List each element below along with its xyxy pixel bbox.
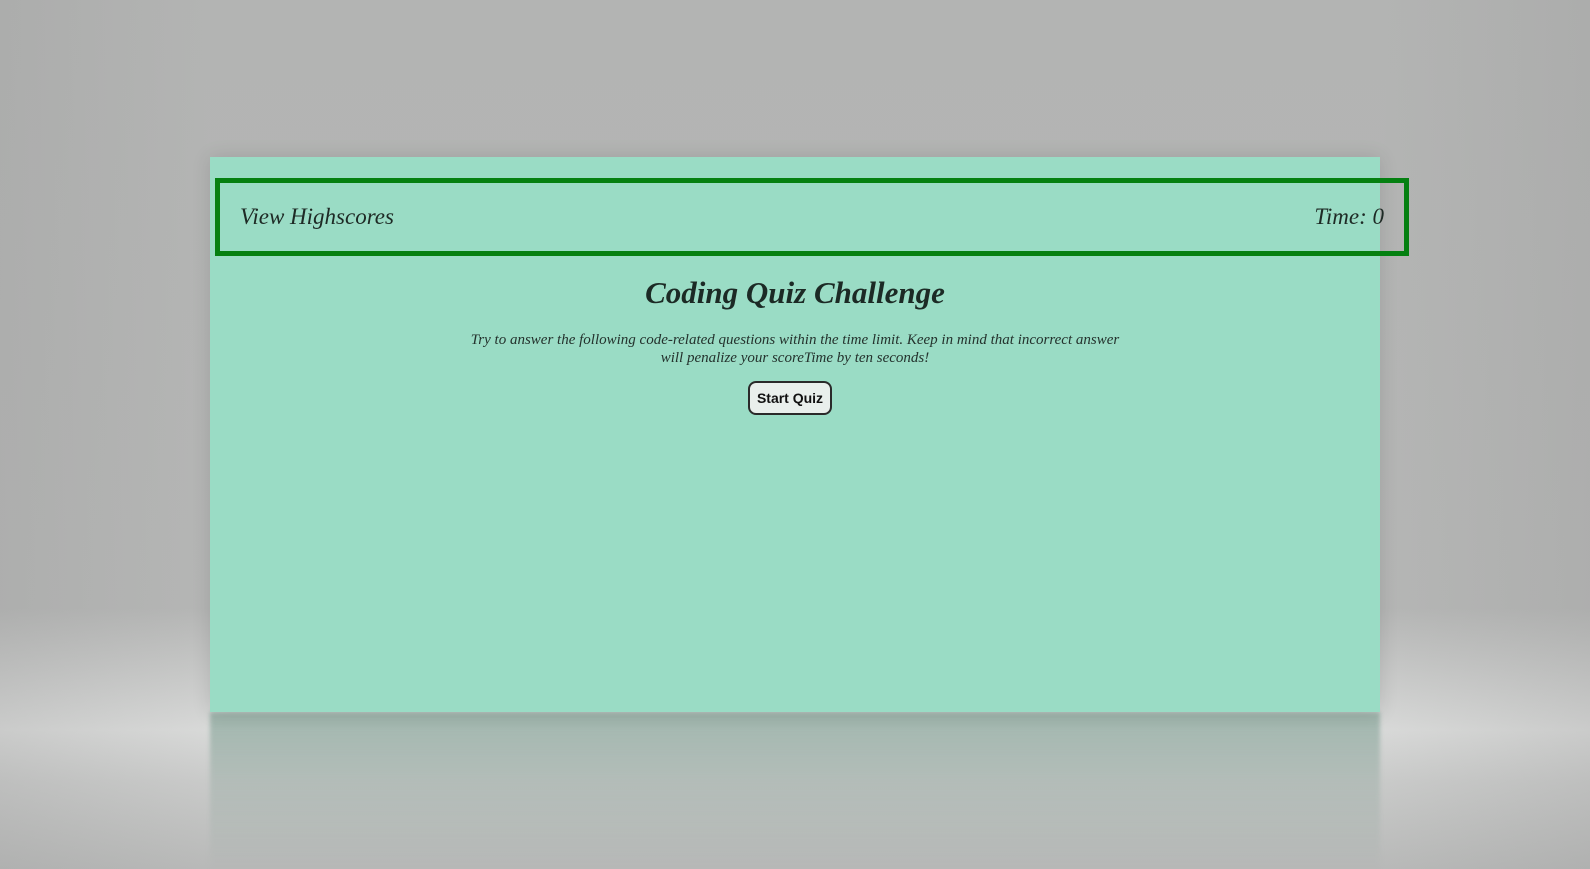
- header-bar: View Highscores Time: 0: [215, 178, 1409, 256]
- start-quiz-button[interactable]: Start Quiz: [748, 381, 832, 415]
- backdrop-right-shade: [1380, 0, 1590, 869]
- page-reflection: [210, 712, 1380, 869]
- quiz-page: View Highscores Time: 0 Coding Quiz Chal…: [210, 157, 1409, 712]
- backdrop-left-shade: [0, 0, 210, 869]
- view-highscores-link[interactable]: View Highscores: [240, 204, 394, 230]
- timer-display: Time: 0: [1314, 204, 1384, 229]
- quiz-instructions: Try to answer the following code-related…: [470, 332, 1120, 366]
- page-title: Coding Quiz Challenge: [645, 275, 945, 310]
